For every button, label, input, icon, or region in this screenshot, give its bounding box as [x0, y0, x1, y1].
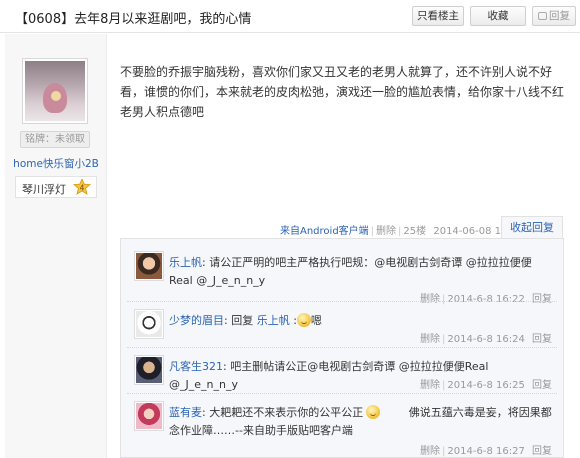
reply-reply-link[interactable]: 回复 [532, 380, 552, 391]
reply-icon [538, 12, 547, 20]
level-number: 4 [80, 184, 85, 193]
emoji-icon [296, 313, 311, 327]
post-meta: 来自Android客户端 | 删除 | 25楼 2014-06-08 16:21 [280, 226, 524, 237]
reply-time: 2014-6-8 16:22 [447, 294, 525, 305]
reply-meta: 删除 | 2014-6-8 16:22 回复 [420, 294, 552, 305]
reply-reply-link[interactable]: 回复 [532, 294, 552, 305]
post-content: 不要脸的乔振宇脑残粉，喜欢你们家又丑又老的老男人就算了，还不许别人说不好看，谁惯… [120, 65, 565, 119]
reply-time: 2014-6-8 16:27 [447, 446, 525, 457]
thread-title: 【0608】去年8月以来逛剧吧，我的心情 [15, 12, 252, 27]
reply-meta: 删除 | 2014-6-8 16:25 回复 [420, 380, 552, 391]
reply-username[interactable]: 乐上帆 [169, 256, 202, 269]
reply-meta: 删除 | 2014-6-8 16:27 回复 [420, 446, 552, 457]
collapse-replies-button[interactable]: 收起回复 [501, 216, 563, 239]
reply-button[interactable]: 回复 [532, 6, 576, 26]
avatar[interactable] [134, 355, 164, 385]
list-item: 蓝有麦: 大耙耙还不来表示你的公平公正 佛说五蕴六毒是妄，将因果都念作业障……-… [129, 401, 557, 457]
list-item: 乐上帆: 请公正严明的吧主严格执行吧规：@电视剧古剑奇谭 @拉拉拉便便Real … [129, 251, 557, 307]
reply-delete-link[interactable]: 删除 [420, 446, 440, 457]
level-name: 琴川浮灯 [22, 183, 66, 196]
star-icon: 4 [73, 179, 91, 195]
thread-header: 【0608】去年8月以来逛剧吧，我的心情 只看楼主 收藏 回复 [0, 0, 580, 33]
reply-list: 乐上帆: 请公正严明的吧主严格执行吧规：@电视剧古剑奇谭 @拉拉拉便便Real … [120, 238, 564, 458]
reply-reply-link[interactable]: 回复 [532, 334, 552, 345]
reply-button-label: 回复 [549, 10, 570, 22]
favorite-button[interactable]: 收藏 [470, 6, 526, 26]
avatar-image [25, 61, 85, 121]
avatar[interactable] [134, 251, 164, 281]
reply-delete-link[interactable]: 删除 [420, 334, 440, 345]
reply-time: 2014-6-8 16:25 [447, 380, 525, 391]
author-name[interactable]: home快乐窗小2B [5, 156, 107, 171]
reply-username[interactable]: 凡客生321 [169, 360, 223, 373]
reply-time: 2014-6-8 16:24 [447, 334, 525, 345]
avatar[interactable] [134, 401, 164, 431]
author-sidebar: 铭牌：未领取 home快乐窗小2B 琴川浮灯 4 [5, 34, 107, 458]
author-avatar[interactable] [22, 58, 88, 124]
reply-username[interactable]: 蓝有麦 [169, 406, 202, 419]
mention-link[interactable]: 乐上帆 [257, 314, 290, 327]
only-host-button[interactable]: 只看楼主 [412, 6, 464, 26]
post-floor: 25楼 [403, 226, 427, 237]
list-item: 凡客生321: 吧主删帖请公正@电视剧古剑奇谭 @拉拉拉便便Real @_J_e… [129, 355, 557, 395]
reply-text: 请公正严明的吧主严格执行吧规：@电视剧古剑奇谭 @拉拉拉便便Real @_J_e… [169, 256, 532, 287]
emoji-icon [366, 405, 381, 419]
list-item: 少梦的眉目: 回复 乐上帆 :嗯 删除 | 2014-6-8 16:24 回复 [129, 309, 557, 349]
post-delete-link[interactable]: 删除 [376, 226, 396, 237]
reply-meta: 删除 | 2014-6-8 16:24 回复 [420, 334, 552, 345]
reply-delete-link[interactable]: 删除 [420, 380, 440, 391]
avatar[interactable] [134, 309, 164, 339]
reply-username[interactable]: 少梦的眉目 [169, 314, 224, 327]
medal-badge[interactable]: 铭牌：未领取 [20, 131, 90, 148]
post-source[interactable]: 来自Android客户端 [280, 226, 369, 237]
level-badge[interactable]: 琴川浮灯 4 [15, 176, 97, 198]
reply-delete-link[interactable]: 删除 [420, 294, 440, 305]
reply-reply-link[interactable]: 回复 [532, 446, 552, 457]
